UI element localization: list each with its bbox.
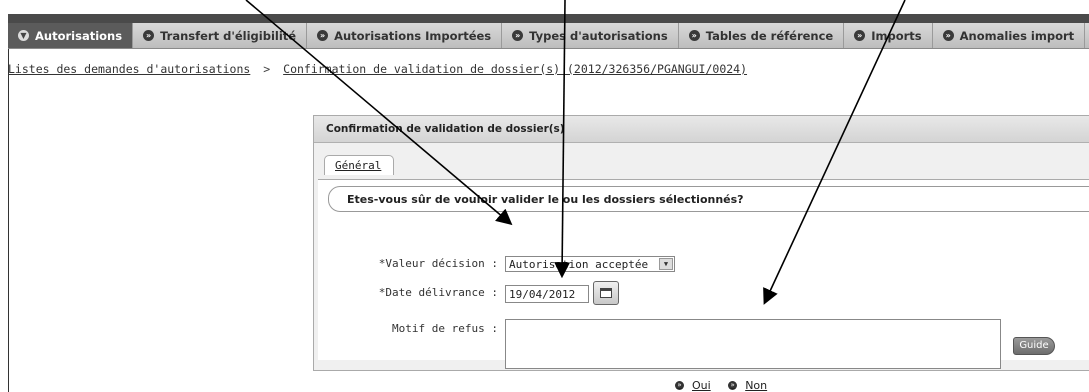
nav-item-imports[interactable]: » Imports: [844, 23, 933, 48]
top-bar: [8, 14, 1089, 23]
action-footer: » Oui » Non: [313, 370, 1089, 392]
panel-body: Etes-vous sûr de vouloir valider le ou l…: [318, 179, 1089, 369]
yes-label: Oui: [692, 379, 711, 392]
breadcrumb-separator: >: [263, 62, 271, 76]
breadcrumb-link-list[interactable]: Listes des demandes d'autorisations: [8, 62, 250, 76]
tab-row: Général: [314, 143, 1089, 175]
breadcrumb: Listes des demandes d'autorisations > Co…: [8, 62, 747, 76]
panel-title: Confirmation de validation de dossier(s): [314, 116, 1089, 143]
action-links: » Oui » Non: [675, 377, 781, 392]
nav-item-transfert-eligibilite[interactable]: » Transfert d'éligibilité: [133, 23, 308, 48]
nav-label: Anomalies import: [959, 28, 1075, 43]
calendar-icon: [600, 288, 612, 298]
nav-label: Imports: [871, 28, 922, 43]
chevron-right-icon: »: [854, 30, 866, 41]
chevron-right-icon: »: [143, 30, 155, 41]
nav-item-anomalies-import[interactable]: » Anomalies import: [933, 23, 1086, 48]
nav-label: Types d'autorisations: [529, 28, 668, 43]
confirmation-panel: Confirmation de validation de dossier(s)…: [313, 115, 1089, 377]
decision-selected-value: Autorisation acceptée: [509, 258, 649, 271]
chevron-right-icon: »: [728, 381, 738, 390]
chevron-right-icon: »: [317, 30, 329, 41]
nav-item-autorisations[interactable]: ▼ Autorisations: [8, 23, 134, 48]
nav-item-tables-reference[interactable]: » Tables de référence: [679, 23, 845, 48]
chevron-right-icon: »: [675, 381, 684, 390]
nav-item-types-autorisations[interactable]: » Types d'autorisations: [502, 23, 679, 48]
no-button[interactable]: » Non: [728, 379, 767, 392]
motif-refus-textarea[interactable]: [505, 319, 1001, 369]
chevron-down-icon[interactable]: ▼: [659, 258, 673, 270]
chevron-right-icon: »: [688, 30, 700, 41]
nav-label: Autorisations Importées: [334, 28, 492, 43]
nav-label: Autorisations: [35, 28, 123, 43]
nav-label: Transfert d'éligibilité: [160, 28, 297, 43]
tab-general[interactable]: Général: [324, 155, 394, 175]
guide-button[interactable]: Guide: [1013, 337, 1055, 355]
date-label: *Date délivrance :: [378, 286, 498, 299]
main-navigation: ▼ Autorisations » Transfert d'éligibilit…: [8, 23, 1089, 49]
confirmation-question: Etes-vous sûr de vouloir valider le ou l…: [328, 186, 1089, 212]
no-label: Non: [745, 379, 768, 392]
chevron-right-icon: »: [512, 30, 524, 41]
chevron-right-icon: »: [942, 30, 954, 41]
calendar-button[interactable]: [593, 281, 619, 305]
nav-item-autorisations-importees[interactable]: » Autorisations Importées: [307, 23, 503, 48]
yes-button[interactable]: » Oui: [675, 379, 711, 392]
decision-label: *Valeur décision :: [378, 257, 498, 270]
decision-select[interactable]: Autorisation acceptée ▼: [505, 256, 675, 272]
chevron-down-icon: ▼: [18, 30, 29, 41]
breadcrumb-link-current[interactable]: Confirmation de validation de dossier(s)…: [283, 62, 747, 76]
nav-label: Tables de référence: [705, 28, 834, 43]
date-delivrance-input[interactable]: 19/04/2012: [505, 285, 589, 303]
application-window: ▼ Autorisations » Transfert d'éligibilit…: [0, 0, 1089, 392]
motif-label: Motif de refus :: [392, 322, 498, 335]
